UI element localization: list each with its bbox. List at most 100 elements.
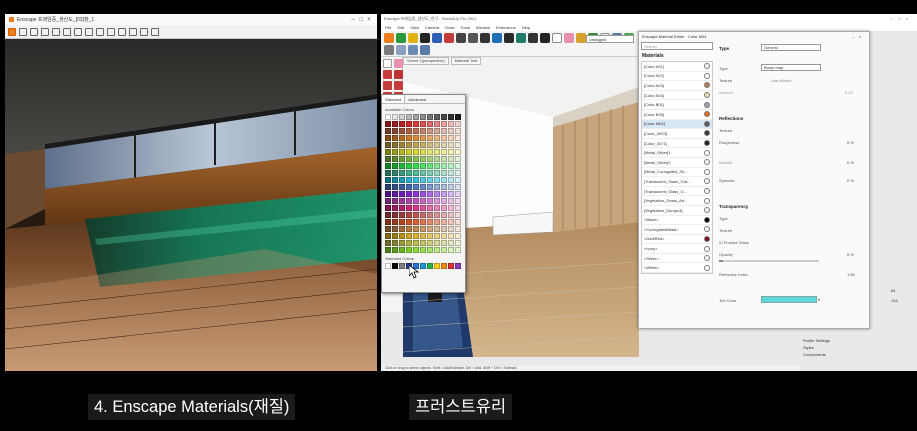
standard-color-swatch[interactable] bbox=[455, 263, 461, 269]
color-swatch[interactable] bbox=[427, 114, 433, 120]
color-swatch[interactable] bbox=[392, 121, 398, 127]
color-swatch[interactable] bbox=[413, 212, 419, 218]
color-swatch[interactable] bbox=[455, 128, 461, 134]
color-swatch[interactable] bbox=[427, 247, 433, 253]
maximize-button[interactable]: □ bbox=[898, 16, 906, 21]
color-swatch[interactable] bbox=[427, 128, 433, 134]
color-swatch[interactable] bbox=[441, 128, 447, 134]
color-swatch[interactable] bbox=[399, 121, 405, 127]
color-swatch[interactable] bbox=[434, 128, 440, 134]
color-swatch[interactable] bbox=[420, 191, 426, 197]
color-swatch[interactable] bbox=[399, 233, 405, 239]
menu-draw[interactable]: Draw bbox=[445, 25, 454, 30]
material-list-item[interactable]: [Color_0003] bbox=[642, 129, 712, 139]
close-button[interactable]: × bbox=[859, 34, 866, 39]
color-swatch[interactable] bbox=[392, 128, 398, 134]
color-swatch[interactable] bbox=[413, 184, 419, 190]
enscape-feedback-icon[interactable] bbox=[528, 33, 538, 43]
color-swatch[interactable] bbox=[448, 177, 454, 183]
select-tool-icon[interactable] bbox=[552, 33, 562, 43]
standard-color-swatch[interactable] bbox=[434, 263, 440, 269]
color-swatch[interactable] bbox=[392, 219, 398, 225]
color-swatch[interactable] bbox=[406, 128, 412, 134]
enscape-help-icon[interactable] bbox=[540, 33, 550, 43]
color-swatch[interactable] bbox=[448, 142, 454, 148]
color-swatch[interactable] bbox=[441, 170, 447, 176]
standard-color-swatch[interactable] bbox=[420, 263, 426, 269]
color-swatch[interactable] bbox=[434, 184, 440, 190]
color-swatch[interactable] bbox=[420, 121, 426, 127]
color-swatch[interactable] bbox=[413, 205, 419, 211]
material-list-item[interactable]: [Color A02] bbox=[642, 72, 712, 82]
color-swatch[interactable] bbox=[406, 121, 412, 127]
color-swatch[interactable] bbox=[441, 149, 447, 155]
color-swatch[interactable] bbox=[448, 184, 454, 190]
color-swatch[interactable] bbox=[448, 198, 454, 204]
enscape-settings-icon[interactable] bbox=[420, 33, 430, 43]
color-swatch[interactable] bbox=[413, 191, 419, 197]
menu-extensions[interactable]: Extensions bbox=[496, 25, 516, 30]
color-swatch[interactable] bbox=[406, 135, 412, 141]
color-swatch[interactable] bbox=[413, 121, 419, 127]
color-swatch[interactable] bbox=[420, 219, 426, 225]
color-swatch[interactable] bbox=[427, 135, 433, 141]
color-swatch[interactable] bbox=[427, 233, 433, 239]
color-swatch[interactable] bbox=[406, 149, 412, 155]
color-swatch[interactable] bbox=[434, 233, 440, 239]
color-swatch[interactable] bbox=[385, 240, 391, 246]
color-swatch[interactable] bbox=[406, 142, 412, 148]
enscape-logo-icon[interactable] bbox=[8, 27, 16, 36]
color-swatch[interactable] bbox=[385, 212, 391, 218]
color-swatch[interactable] bbox=[392, 156, 398, 162]
color-swatch[interactable] bbox=[385, 198, 391, 204]
sun-icon[interactable] bbox=[140, 27, 148, 36]
color-swatch[interactable] bbox=[455, 226, 461, 232]
standard-color-swatch[interactable] bbox=[441, 263, 447, 269]
standard-color-swatch[interactable] bbox=[448, 263, 454, 269]
color-swatch[interactable] bbox=[455, 156, 461, 162]
color-swatch[interactable] bbox=[434, 170, 440, 176]
color-swatch[interactable] bbox=[455, 114, 461, 120]
color-swatch[interactable] bbox=[434, 135, 440, 141]
color-swatch[interactable] bbox=[448, 163, 454, 169]
enscape-upload-icon[interactable] bbox=[492, 33, 502, 43]
collab-icon[interactable] bbox=[118, 27, 126, 36]
color-swatch[interactable] bbox=[427, 191, 433, 197]
menu-window[interactable]: Window bbox=[476, 25, 490, 30]
standard-color-swatch[interactable] bbox=[392, 263, 398, 269]
eraser-icon[interactable] bbox=[394, 59, 403, 68]
color-swatch[interactable] bbox=[427, 177, 433, 183]
color-swatch[interactable] bbox=[399, 142, 405, 148]
color-swatch[interactable] bbox=[406, 191, 412, 197]
color-swatch[interactable] bbox=[448, 205, 454, 211]
color-swatch[interactable] bbox=[420, 156, 426, 162]
material-list-item[interactable]: [Metal_Silver]2 bbox=[642, 158, 712, 168]
use-albedo-label[interactable]: Use Albedo bbox=[771, 78, 791, 83]
color-swatch[interactable] bbox=[399, 247, 405, 253]
color-swatch[interactable] bbox=[413, 135, 419, 141]
color-swatch[interactable] bbox=[406, 170, 412, 176]
color-swatch[interactable] bbox=[413, 149, 419, 155]
front-view-icon[interactable] bbox=[408, 45, 418, 55]
enscape-asset-icon[interactable] bbox=[432, 33, 442, 43]
color-swatch[interactable] bbox=[441, 247, 447, 253]
color-swatch[interactable] bbox=[455, 198, 461, 204]
color-swatch[interactable] bbox=[392, 170, 398, 176]
color-swatch[interactable] bbox=[392, 233, 398, 239]
color-swatch[interactable] bbox=[385, 191, 391, 197]
color-swatch[interactable] bbox=[385, 149, 391, 155]
color-swatch[interactable] bbox=[385, 233, 391, 239]
color-swatch[interactable] bbox=[455, 177, 461, 183]
color-swatch[interactable] bbox=[413, 170, 419, 176]
material-list-item[interactable]: [Metal_Silver]1 bbox=[642, 148, 712, 158]
color-swatch[interactable] bbox=[420, 135, 426, 141]
top-view-icon[interactable] bbox=[396, 45, 406, 55]
color-swatch[interactable] bbox=[434, 191, 440, 197]
color-swatch[interactable] bbox=[385, 226, 391, 232]
color-swatch[interactable] bbox=[455, 233, 461, 239]
color-swatch[interactable] bbox=[441, 114, 447, 120]
color-swatch[interactable] bbox=[385, 247, 391, 253]
enscape-render-viewport[interactable] bbox=[5, 39, 377, 371]
color-swatch[interactable] bbox=[455, 170, 461, 176]
color-swatch[interactable] bbox=[392, 142, 398, 148]
